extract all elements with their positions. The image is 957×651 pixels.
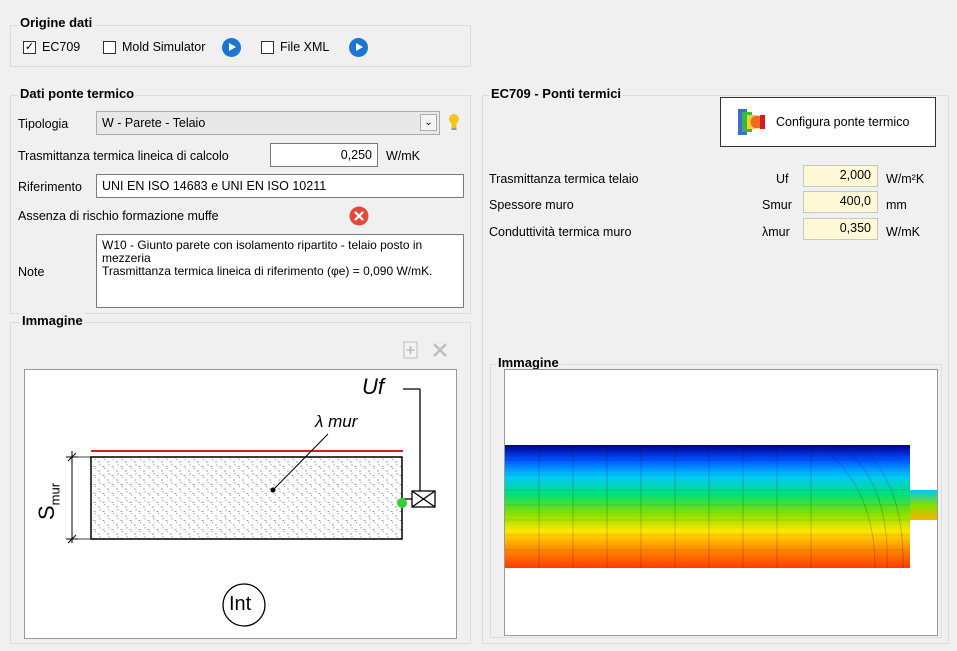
lambda-row-unit: W/mK	[886, 225, 921, 239]
int-label: Int	[229, 593, 252, 615]
smur-value-field[interactable]: 400,0	[803, 191, 878, 213]
error-icon	[349, 206, 369, 226]
file-xml-checkbox[interactable]	[261, 41, 274, 54]
lightbulb-icon[interactable]	[447, 113, 461, 132]
mold-simulator-label: Mold Simulator	[122, 40, 206, 54]
smur-row-label: Spessore muro	[489, 198, 574, 212]
mold-simulator-play-icon[interactable]	[222, 38, 241, 57]
uf-label: Uf	[362, 374, 384, 399]
immagine-left-title: Immagine	[20, 313, 85, 328]
configura-ponte-button[interactable]: Configura ponte termico	[720, 97, 936, 147]
smur-row-symbol: Smur	[762, 198, 792, 212]
ec709-label: EC709	[42, 40, 81, 54]
mold-simulator-checkbox[interactable]	[103, 41, 116, 54]
add-image-icon[interactable]	[401, 340, 421, 360]
s-mur-sub: mur	[47, 482, 63, 506]
image-right-panel	[504, 369, 938, 636]
muffe-label: Assenza di rischio formazione muffe	[18, 209, 219, 223]
dati-ponte-title: Dati ponte termico	[18, 86, 137, 101]
configura-label: Configura ponte termico	[776, 115, 910, 129]
note-label: Note	[18, 265, 45, 279]
trasmittanza-label: Trasmittanza termica lineica di calcolo	[18, 149, 229, 163]
chevron-down-icon[interactable]: ⌄	[420, 114, 437, 131]
riferimento-label: Riferimento	[18, 180, 82, 194]
uf-row-symbol: Uf	[776, 172, 789, 186]
immagine-right-title: Immagine	[496, 355, 561, 370]
lambda-value-field[interactable]: 0,350	[803, 218, 878, 240]
note-textarea[interactable]: W10 - Giunto parete con isolamento ripar…	[96, 234, 464, 308]
image-left-panel: Uf λ mur Smur Int	[24, 369, 457, 639]
lambda-label: λ mur	[315, 412, 358, 431]
ec709-checkbox[interactable]: ✓	[23, 41, 36, 54]
origine-dati-title: Origine dati	[18, 15, 95, 30]
lambda-row-label: Conduttività termica muro	[489, 225, 632, 239]
thermal-simulation-image	[505, 444, 937, 569]
uf-value-field[interactable]: 2,000	[803, 165, 878, 187]
file-xml-label: File XML	[280, 40, 330, 54]
trasmittanza-unit: W/mK	[386, 149, 421, 163]
lambda-row-symbol: λmur	[762, 225, 790, 239]
s-mur-label: Smur	[34, 483, 62, 520]
trasmittanza-input[interactable]: 0,250	[270, 143, 378, 167]
riferimento-input[interactable]: UNI EN ISO 14683 e UNI EN ISO 10211	[96, 174, 464, 198]
smur-row-unit: mm	[886, 198, 907, 212]
thermal-bridge-icon	[738, 109, 765, 135]
uf-row-label: Trasmittanza termica telaio	[489, 172, 639, 186]
tipologia-value: W - Parete - Telaio	[102, 116, 206, 130]
uf-row-unit: W/m²K	[886, 172, 925, 186]
ec709-title: EC709 - Ponti termici	[489, 86, 624, 101]
tipologia-select[interactable]: W - Parete - Telaio ⌄	[96, 111, 440, 135]
s-mur-s: S	[34, 505, 59, 520]
tipologia-label: Tipologia	[18, 117, 69, 131]
file-xml-play-icon[interactable]	[349, 38, 368, 57]
delete-image-icon[interactable]	[430, 340, 450, 360]
